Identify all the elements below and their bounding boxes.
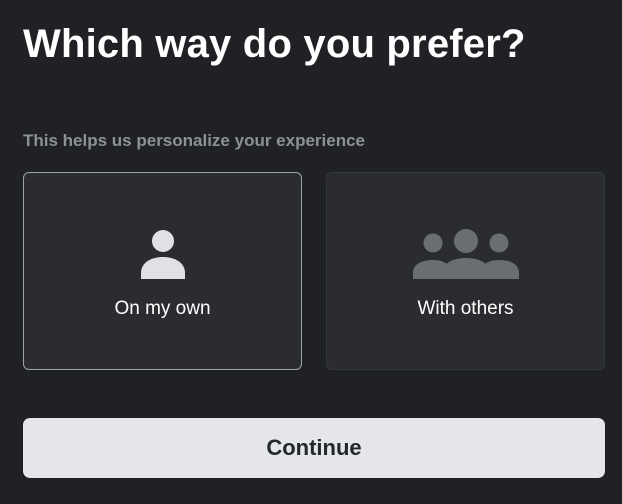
preference-options: On my own With others	[23, 172, 605, 370]
page-subtitle: This helps us personalize your experienc…	[23, 131, 366, 150]
page-title: Which way do you prefer?	[23, 22, 526, 66]
person-icon	[24, 229, 301, 281]
group-icon	[327, 229, 604, 281]
continue-button[interactable]: Continue	[23, 418, 605, 478]
option-label: With others	[417, 298, 514, 319]
option-with-others[interactable]: With others	[326, 172, 605, 370]
option-label: On my own	[114, 298, 211, 319]
option-on-my-own[interactable]: On my own	[23, 172, 302, 370]
